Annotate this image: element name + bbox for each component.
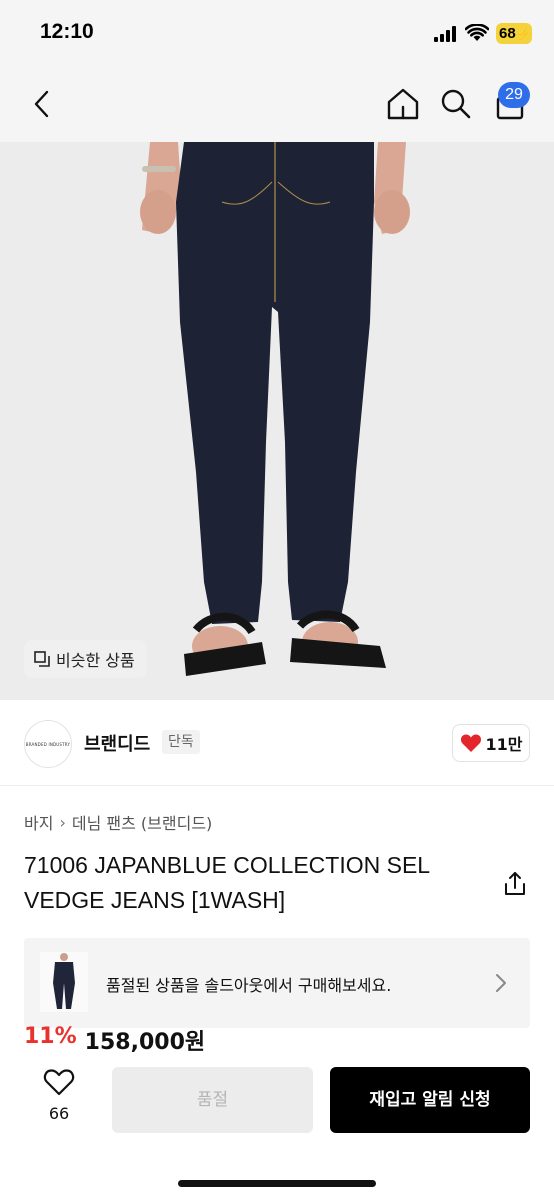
battery-level: 68 <box>499 25 516 42</box>
discount-rate: 11% <box>24 1024 77 1049</box>
chevron-right-icon: › <box>59 812 66 832</box>
soldout-thumbnail <box>40 952 88 1012</box>
search-icon <box>441 89 471 119</box>
bottom-action-bar: 66 품절 재입고 알림 신청 <box>0 1054 554 1200</box>
soldout-banner-text: 품절된 상품을 솔드아웃에서 구매해보세요. <box>106 976 392 995</box>
brand-like-count: 11만 <box>485 735 523 754</box>
home-icon <box>387 88 419 120</box>
breadcrumb: 바지 › 데님 팬츠 (브랜디드) <box>24 810 212 834</box>
share-icon[interactable] <box>500 869 530 899</box>
jeans-photo <box>0 142 554 700</box>
wishlist-count: 66 <box>48 1104 70 1123</box>
signal-icon <box>434 26 458 42</box>
home-indicator <box>178 1180 376 1187</box>
wifi-icon <box>465 24 489 41</box>
sale-price: 158,000원 <box>84 1030 206 1054</box>
brand-name[interactable]: 브랜디드 <box>84 730 150 756</box>
copy-icon <box>34 651 50 667</box>
chevron-right-icon <box>496 974 506 992</box>
back-button[interactable] <box>24 84 60 124</box>
restock-alert-button[interactable]: 재입고 알림 신청 <box>330 1067 530 1133</box>
product-image[interactable] <box>0 142 554 700</box>
soldout-button: 품절 <box>112 1067 313 1133</box>
battery-indicator: 68⚡ <box>496 23 532 44</box>
heart-outline-icon <box>43 1069 75 1096</box>
product-title-line-2: VEDGE JEANS [1WASH] <box>24 887 286 913</box>
similar-products-button[interactable]: 비슷한 상품 <box>24 640 147 678</box>
brand-like-button[interactable]: 11만 <box>452 724 530 762</box>
product-title-line-1: 71006 JAPANBLUE COLLECTION SEL <box>24 852 431 878</box>
breadcrumb-subcategory[interactable]: 데님 팬츠 (브랜디드) <box>72 810 212 834</box>
search-button[interactable] <box>438 84 474 124</box>
breadcrumb-category[interactable]: 바지 <box>24 810 53 834</box>
brand-logo-text: BRANDED INDUSTRY <box>25 741 71 747</box>
charging-icon: ⚡ <box>515 27 531 41</box>
brand-logo[interactable]: BRANDED INDUSTRY <box>24 720 72 768</box>
price-row: 11% 158,000원 <box>24 1024 205 1054</box>
status-bar: 12:10 68⚡ <box>0 0 554 66</box>
product-title: 71006 JAPANBLUE COLLECTION SEL VEDGE JEA… <box>24 848 494 918</box>
brand-row: BRANDED INDUSTRY 브랜디드 단독 11만 <box>0 700 554 786</box>
cart-count-badge: 29 <box>498 82 530 108</box>
chevron-left-icon <box>34 90 49 118</box>
exclusive-badge: 단독 <box>162 730 200 754</box>
soldout-banner[interactable]: 품절된 상품을 솔드아웃에서 구매해보세요. <box>24 938 530 1028</box>
nav-bar <box>0 66 554 142</box>
status-time: 12:10 <box>40 20 94 43</box>
wishlist-button[interactable]: 66 <box>34 1068 84 1132</box>
home-button[interactable] <box>385 84 421 124</box>
similar-products-label: 비슷한 상품 <box>56 651 135 670</box>
heart-filled-icon <box>460 734 481 752</box>
